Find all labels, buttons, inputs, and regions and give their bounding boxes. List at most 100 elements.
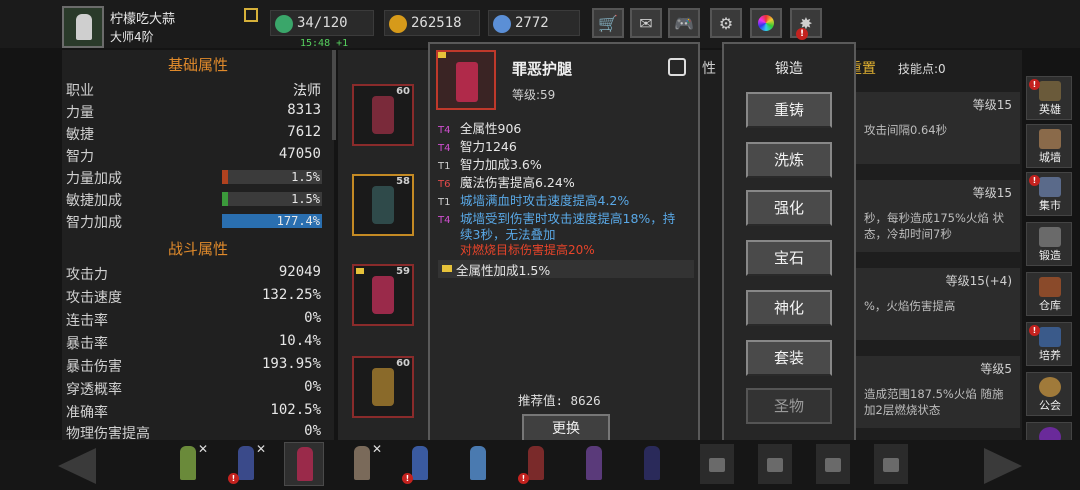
stat-label: 物理伤害提高 [66,426,150,440]
skill-card[interactable]: 等级15 秒，每秒造成175%火焰 状态，冷却时间7秒 [856,180,1020,252]
item-level: 60 [396,358,410,369]
hero-figure-icon [238,446,254,480]
gem-button[interactable]: 宝石 [746,240,832,276]
settings-button[interactable]: ⚙ [710,8,742,38]
burst-button[interactable]: ✸ [790,8,822,40]
item-level: 60 [396,86,410,97]
menu-market[interactable]: ! 集市 [1026,172,1072,216]
alert-badge: ! [1029,325,1040,336]
hero-portrait[interactable]: ! [400,442,440,486]
hero-portrait[interactable]: ✕! [226,442,266,486]
refine-button[interactable]: 洗炼 [746,142,832,178]
menu-forge[interactable]: 锻造 [1026,222,1072,266]
deify-button[interactable]: 神化 [746,290,832,326]
bonus-value: 177.4% [276,214,320,228]
equipment-slot[interactable]: 58 [352,174,414,236]
stat-value: 132.25% [261,287,321,303]
skill-card[interactable]: 等级15(+4) %，火焰伤害提高 [856,268,1020,340]
stat-label: 准确率 [66,405,108,421]
skill-description: 造成范围187.5%火焰 随施加2层燃烧状态 [864,387,1004,417]
skill-card[interactable]: 等级5 造成范围187.5%火焰 随施加2层燃烧状态 [856,356,1020,428]
reforge-button[interactable]: 重铸 [746,92,832,128]
set-button[interactable]: 套装 [746,340,832,376]
stat-row-intelligence-bonus: 智力加成 177.4% [66,210,322,232]
stat-row-strength-bonus: 力量加成 1.5% [66,166,322,188]
alert-badge: ! [228,473,239,484]
alert-badge: ! [1029,79,1040,90]
skill-description: %，火焰伤害提高 [864,299,956,313]
enhance-button[interactable]: 强化 [746,190,832,226]
mail-button[interactable]: ✉ [630,8,662,38]
anvil-icon [1039,227,1061,247]
unlock-icon[interactable] [668,58,686,76]
skills-tab[interactable]: 性 [702,58,716,78]
hero-icon [1039,81,1061,101]
equipment-slot[interactable]: 60 [352,356,414,418]
attribute-tier: T1 [438,161,451,172]
lock-icon [816,444,850,484]
hero-portrait[interactable] [632,442,672,486]
gem-marker-icon [438,52,446,58]
stats-panel: 基础属性 职业 法师 力量 8313 敏捷 7612 智力 47050 力量加成… [62,50,334,440]
hero-portrait[interactable] [284,442,324,486]
equipment-item-icon [372,276,394,314]
menu-train[interactable]: ! 培养 [1026,322,1072,366]
lock-icon [758,444,792,484]
bonus-bar-fill [222,170,228,184]
hero-portrait[interactable]: ✕ [168,442,208,486]
attribute-tier: T4 [438,215,451,226]
warehouse-icon [1039,277,1061,297]
menu-wall[interactable]: 城墙 [1026,124,1072,168]
stat-value: 92049 [278,264,321,280]
skill-level: 等级15 [972,186,1012,200]
stat-label: 智力加成 [66,215,122,231]
menu-label: 仓库 [1039,299,1061,312]
stat-value: 法师 [293,83,321,99]
attribute-tier: T6 [438,179,451,190]
item-detail-popup: 罪恶护腿 等级:59 T4 全属性906 T4 智力1246 T1 智力加成3.6% … [428,42,700,450]
hero-portrait[interactable] [458,442,498,486]
menu-hero[interactable]: ! 英雄 [1026,76,1072,120]
stat-row-class: 职业 法师 [66,78,321,100]
stat-label: 力量 [66,105,94,121]
hero-portrait[interactable] [574,442,614,486]
relic-button[interactable]: 圣物 [746,388,832,424]
skill-description: 攻击间隔0.64秒 [864,123,948,137]
hero-figure-icon [470,446,486,480]
lock-icon [700,444,734,484]
gold-value: 262518 [411,15,462,31]
stat-value: 0% [304,310,321,326]
menu-warehouse[interactable]: 仓库 [1026,272,1072,316]
stat-row-crit-rate: 暴击率 10.4% [66,331,321,353]
burst-icon: ✸ [799,13,813,33]
combat-attributes-title: 战斗属性 [167,240,228,258]
gamepad-button[interactable]: 🎮 [668,8,700,38]
equipment-slot[interactable]: 59 [352,264,414,326]
guild-icon [1039,377,1061,397]
item-name: 罪恶护腿 [512,60,573,78]
color-wheel-button[interactable] [750,8,782,38]
hero-figure-icon [412,446,428,480]
attribute-tier: T4 [438,143,451,154]
edit-name-icon[interactable] [244,8,258,22]
gold-coin-icon [389,15,407,33]
menu-label: 培养 [1039,349,1061,362]
hero-portrait[interactable]: ! [516,442,556,486]
menu-label: 英雄 [1039,103,1061,116]
skill-card[interactable]: 等级15 攻击间隔0.64秒 [856,92,1020,164]
attribute-text: 智力1246 [460,139,517,154]
shop-cart-button[interactable]: 🛒 [592,8,624,38]
bonus-bar: 1.5% [222,192,322,206]
energy-value: 34/120 [297,15,348,31]
item-attribute: T6 魔法伤害提高6.24% [438,172,575,191]
cross-icon: ✕ [255,442,266,456]
mail-icon: ✉ [639,13,653,33]
skill-description: 秒，每秒造成175%火焰 状态，冷却时间7秒 [864,211,1005,241]
hero-portrait[interactable]: ✕ [342,442,382,486]
hero-figure-icon [644,446,660,480]
stats-scrollbar[interactable] [332,50,336,140]
skill-level: 等级15 [972,98,1012,112]
equipment-slot[interactable]: 60 [352,84,414,146]
menu-guild[interactable]: 公会 [1026,372,1072,416]
player-avatar[interactable] [62,6,104,48]
